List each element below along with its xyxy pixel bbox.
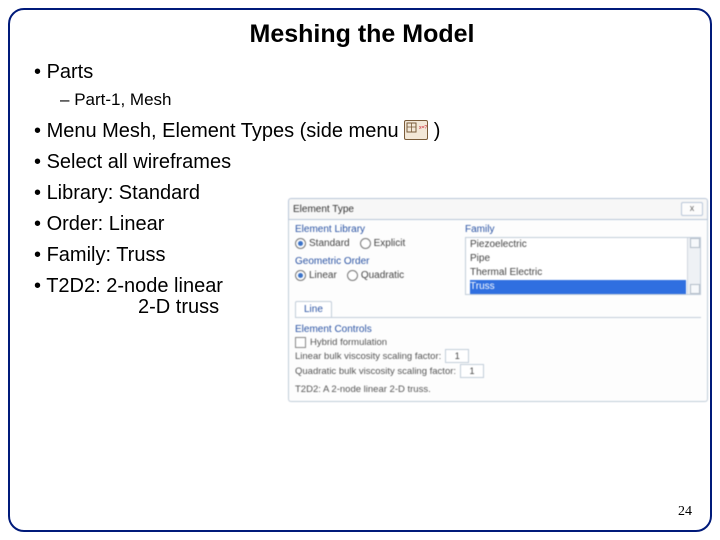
radio-explicit[interactable]: Explicit	[360, 238, 406, 249]
row-quadratic-bulk: Quadratic bulk viscosity scaling factor:…	[295, 364, 701, 378]
bullet-text: Order: Linear	[47, 213, 165, 235]
bullet-select-wireframes: Select all wireframes	[34, 151, 690, 174]
scrollbar[interactable]	[687, 238, 700, 294]
bullet-text: Select all wireframes	[47, 151, 232, 173]
radio-label: Linear	[309, 270, 337, 281]
element-library-label: Element Library	[295, 224, 445, 235]
bullet-menu-mesh: Menu Mesh, Element Types (side menu x=? …	[34, 120, 690, 143]
bullet-text: Parts	[47, 61, 94, 83]
family-item[interactable]: Piezoelectric	[470, 238, 686, 252]
family-item[interactable]: Pipe	[470, 252, 686, 266]
row-linear-bulk: Linear bulk viscosity scaling factor: 1	[295, 349, 701, 363]
bullet-text: Family: Truss	[47, 244, 166, 266]
element-type-dialog: Element Type x Element Library Standard …	[288, 198, 708, 400]
family-listbox[interactable]: Piezoelectric Pipe Thermal Electric Trus…	[465, 237, 701, 295]
tab-line[interactable]: Line	[295, 301, 332, 317]
radio-label: Standard	[309, 238, 350, 249]
page-number: 24	[678, 504, 692, 520]
dialog-titlebar: Element Type x	[288, 198, 708, 220]
subbullet-part1-mesh: Part-1, Mesh	[60, 90, 690, 110]
element-controls-label: Element Controls	[295, 324, 701, 335]
bullet-text: )	[434, 120, 441, 142]
slide-frame: Meshing the Model Parts Part-1, Mesh Men…	[8, 8, 712, 532]
dialog-body: Element Library Standard Explicit Geomet…	[288, 220, 708, 402]
field-label: Linear bulk viscosity scaling factor:	[295, 351, 441, 362]
element-controls: Element Controls Hybrid formulation Line…	[295, 324, 701, 378]
quadratic-bulk-input[interactable]: 1	[460, 364, 484, 378]
dialog-title-text: Element Type	[293, 204, 354, 215]
family-item-selected[interactable]: Truss	[470, 280, 686, 294]
close-icon[interactable]: x	[681, 202, 703, 216]
bullet-text: Library: Standard	[47, 182, 200, 204]
svg-text:x=?: x=?	[419, 125, 427, 131]
bullet-text: Part-1, Mesh	[74, 90, 171, 109]
linear-bulk-input[interactable]: 1	[445, 349, 469, 363]
checkbox-hybrid[interactable]: Hybrid formulation	[295, 337, 701, 348]
radio-quadratic[interactable]: Quadratic	[347, 270, 404, 281]
tab-bar: Line	[295, 301, 701, 318]
geometric-order-label: Geometric Order	[295, 256, 445, 267]
checkbox-label: Hybrid formulation	[310, 337, 387, 348]
field-label: Quadratic bulk viscosity scaling factor:	[295, 366, 456, 377]
bullet-parts: Parts	[34, 61, 690, 84]
element-type-icon: x=?	[404, 120, 428, 140]
bullet-text: Menu Mesh, Element Types (side menu	[47, 120, 405, 142]
radio-label: Quadratic	[361, 270, 404, 281]
family-label: Family	[465, 224, 701, 235]
radio-linear[interactable]: Linear	[295, 270, 337, 281]
radio-label: Explicit	[374, 238, 406, 249]
slide-title: Meshing the Model	[34, 20, 690, 49]
bullet-text: T2D2: 2-node linear	[46, 275, 223, 297]
radio-standard[interactable]: Standard	[295, 238, 350, 249]
dialog-footer-text: T2D2: A 2-node linear 2-D truss.	[295, 384, 701, 395]
family-item[interactable]: Thermal Electric	[470, 266, 686, 280]
